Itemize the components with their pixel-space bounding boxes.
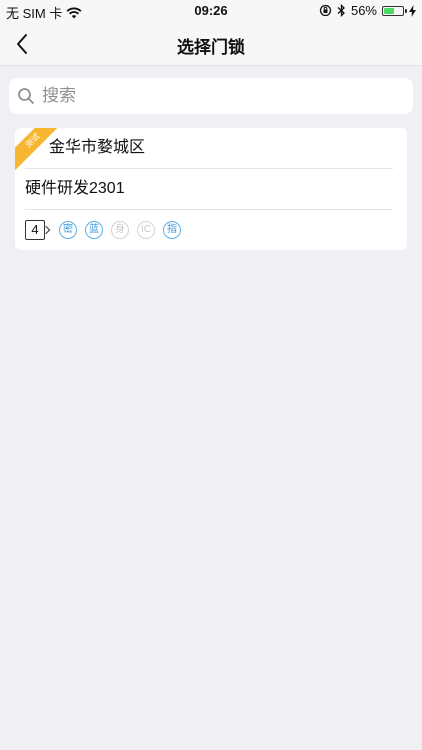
lock-card[interactable]: 测试 金华市婺城区 硬件研发2301 4 密 蓝 身 IC 指 — [15, 128, 407, 250]
battery-percent: 56% — [350, 3, 377, 18]
status-bar: 无 SIM 卡 09:26 56% — [0, 0, 422, 22]
battery-nub — [405, 8, 407, 13]
feature-tag-password: 密 — [59, 221, 77, 239]
lock-city: 金华市婺城区 — [49, 139, 146, 156]
feature-tag-ic-card: IC — [137, 221, 155, 239]
search-icon — [18, 88, 34, 104]
feature-tag-bluetooth: 蓝 — [85, 221, 103, 239]
battery-icon — [382, 5, 407, 16]
status-right: 56% — [319, 3, 416, 18]
search-bar[interactable] — [9, 78, 413, 114]
lock-name: 硬件研发2301 — [25, 180, 125, 197]
feature-tag-id-card: 身 — [111, 221, 129, 239]
bluetooth-icon — [337, 4, 345, 17]
lock-feature-row: 4 密 蓝 身 IC 指 — [15, 210, 407, 250]
feature-tag-fingerprint: 指 — [163, 221, 181, 239]
battery-level-fill — [384, 7, 394, 14]
orientation-lock-icon — [319, 4, 332, 17]
lock-count-badge: 4 — [25, 220, 45, 240]
navigation-bar: 选择门锁 — [0, 22, 422, 66]
search-input[interactable] — [40, 85, 404, 107]
page-title: 选择门锁 — [177, 38, 245, 57]
charging-bolt-icon — [409, 4, 416, 17]
